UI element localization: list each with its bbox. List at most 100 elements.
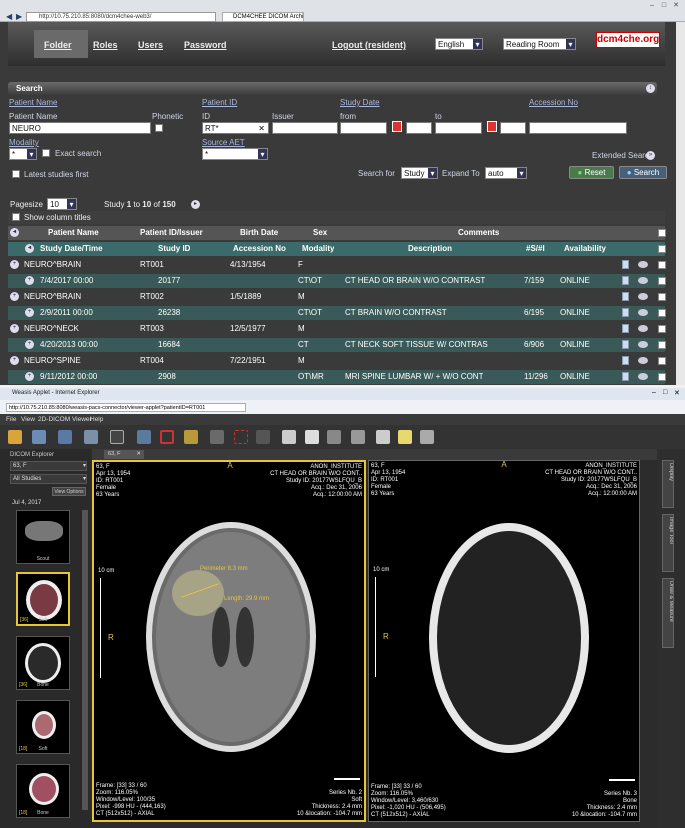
nav-roles[interactable]: Roles	[93, 40, 118, 50]
open-icon[interactable]	[8, 430, 22, 444]
annotation-icon[interactable]	[398, 430, 412, 444]
side-tab-draw-measure[interactable]: Draw & Measure	[662, 578, 674, 648]
minimize-icon[interactable]: –	[652, 389, 656, 396]
patient-row[interactable]: + NEURO^BRAIN RT001 4/13/1954 F	[8, 258, 666, 272]
search-button[interactable]: ● Search	[619, 166, 667, 179]
time-to-input[interactable]	[500, 122, 526, 134]
viewer-tab[interactable]: 63, F ✕	[104, 450, 144, 459]
phonetic-checkbox[interactable]	[155, 124, 163, 132]
show-columns-checkbox[interactable]	[12, 213, 20, 221]
thumbnail-soft-2[interactable]: [18] Soft	[16, 700, 70, 754]
invert-icon[interactable]	[305, 430, 319, 444]
latest-first-checkbox[interactable]	[12, 170, 20, 178]
pan-icon[interactable]	[210, 430, 224, 444]
expand-icon[interactable]: »	[646, 151, 655, 160]
source-aet-label: Source AET	[202, 138, 245, 147]
explorer-scrollbar[interactable]	[82, 510, 88, 810]
patient-row[interactable]: + NEURO^BRAIN RT002 1/5/1889 M	[8, 290, 666, 304]
accession-link[interactable]: Accession No	[529, 98, 578, 107]
export-icon[interactable]	[58, 430, 72, 444]
menu-view[interactable]: View	[21, 414, 35, 425]
date-to-input[interactable]	[435, 122, 482, 134]
menu-help[interactable]: Help	[90, 414, 103, 425]
reset-button[interactable]: ● Reset	[569, 166, 614, 179]
address-bar[interactable]: http://10.75.210.85:8080/dcm4chee-web3/	[26, 12, 216, 22]
thumbnail-bone-2[interactable]: [18] Bone	[16, 764, 70, 818]
time-from-input[interactable]	[406, 122, 432, 134]
search-for-select[interactable]: Study ▾	[401, 167, 438, 179]
room-select[interactable]: Reading Room ▾	[503, 38, 576, 50]
expand-to-select[interactable]: auto ▾	[485, 167, 527, 179]
nav-users[interactable]: Users	[138, 40, 163, 50]
patient-row[interactable]: + NEURO^NECK RT003 12/5/1977 M	[8, 322, 666, 336]
roi-icon[interactable]	[234, 430, 248, 444]
side-tab-display[interactable]: Display	[662, 460, 674, 508]
nav-folder[interactable]: Folder	[44, 40, 72, 50]
minimize-icon[interactable]: –	[648, 2, 656, 10]
patient-row[interactable]: + NEURO^SPINE RT004 7/22/1951 M	[8, 354, 666, 368]
patient-select[interactable]: 63, F ▾	[10, 461, 87, 471]
study-row[interactable]: +4/20/2013 00:00 16684 CT CT NECK SOFT TISS…	[8, 338, 666, 352]
maximize-icon[interactable]: □	[660, 2, 668, 10]
info-icon[interactable]	[420, 430, 434, 444]
scrollbar[interactable]	[676, 22, 685, 385]
side-tab-image-tool[interactable]: Image Tool	[662, 514, 674, 572]
reset-icon[interactable]	[351, 430, 365, 444]
nav-password[interactable]: Password	[184, 40, 227, 50]
language-select[interactable]: English ▾	[435, 38, 483, 50]
crop-icon[interactable]	[160, 430, 174, 444]
maximize-icon[interactable]: □	[663, 389, 667, 396]
patient-id-link[interactable]: Patient ID	[202, 98, 237, 107]
patient-name-input[interactable]: NEURO	[9, 122, 151, 134]
issuer-input[interactable]	[272, 122, 338, 134]
thumbnail-scout[interactable]: Scout	[16, 510, 70, 564]
menu-dicom-viewer[interactable]: 2D-DICOM Viewer	[38, 414, 92, 425]
address-bar[interactable]: http://10.75.210.85:8080/weasis-pacs-con…	[6, 403, 246, 412]
zoom-icon[interactable]	[256, 430, 270, 444]
sync-icon[interactable]	[137, 430, 151, 444]
overlay-bottom-right: Series Nb. 2 Soft Thickness: 2.4 mm 10 &loc…	[296, 790, 362, 817]
layout-icon[interactable]	[110, 430, 124, 444]
rotate-icon[interactable]	[376, 430, 390, 444]
calendar-icon[interactable]	[392, 121, 402, 132]
viewport-bone[interactable]: A R 10 cm 63, F Apr 13, 1954 ID: RT001 Fema…	[368, 460, 640, 822]
thumbnail-bone[interactable]: [36] Bone	[16, 636, 70, 690]
next-page-icon[interactable]: ▸	[191, 200, 200, 209]
collapse-icon[interactable]: ↕	[646, 84, 655, 93]
patient-name-label: Patient Name	[9, 112, 58, 121]
viewport-soft[interactable]: A R 10 cm Perimeter 8.3 mm Length: 29.9 …	[92, 460, 366, 822]
close-icon[interactable]: ✕	[672, 2, 680, 10]
browser-tab[interactable]: DCM4CHEE DICOM Archive	[222, 12, 304, 22]
source-aet-select[interactable]: * ▾	[202, 148, 268, 160]
pagesize-select[interactable]: 10 ▾	[47, 198, 77, 210]
study-date-link[interactable]: Study Date	[340, 98, 380, 107]
studies-select[interactable]: All Studies ▾	[10, 474, 87, 484]
study-row[interactable]: +7/4/2017 00:00 20177 CT\OT CT HEAD OR BRAI…	[8, 274, 666, 288]
study-row[interactable]: +9/11/2012 00:00 2908 OT\MR MRI SPINE LUMBA…	[8, 370, 666, 384]
patient-name-link[interactable]: Patient Name	[9, 98, 57, 107]
back-icon[interactable]: ◀	[6, 12, 12, 21]
scale-bar	[100, 578, 101, 678]
modality-select[interactable]: * ▾	[9, 148, 37, 160]
contrast-icon[interactable]	[327, 430, 341, 444]
calendar-icon[interactable]	[487, 121, 497, 132]
extended-search-label: Extended Search	[592, 151, 654, 160]
date-from-input[interactable]	[340, 122, 387, 134]
patient-id-input[interactable]: RT* ✕	[202, 122, 269, 134]
exact-search-checkbox[interactable]	[42, 149, 50, 157]
forward-icon[interactable]: ▶	[16, 12, 22, 21]
print-icon[interactable]	[84, 430, 98, 444]
thumbnail-soft[interactable]: [36] Soft	[16, 572, 70, 626]
scale-label: 10 cm	[98, 568, 115, 574]
accession-input[interactable]	[529, 122, 627, 134]
close-icon[interactable]: ✕	[674, 389, 680, 397]
import-icon[interactable]	[32, 430, 46, 444]
logout-link[interactable]: Logout (resident)	[332, 40, 406, 50]
measure-icon[interactable]	[184, 430, 198, 444]
view-options-button[interactable]: View Options	[52, 487, 86, 496]
overlay-top-left: 63, F Apr 13, 1954 ID: RT001 Female 63 Years	[96, 464, 131, 498]
window-level-icon[interactable]	[282, 430, 296, 444]
study-row[interactable]: +2/9/2011 00:00 26238 CT\OT CT BRAIN W/O CO…	[8, 306, 666, 320]
menu-file[interactable]: File	[6, 414, 16, 425]
phonetic-label: Phonetic	[152, 112, 184, 121]
